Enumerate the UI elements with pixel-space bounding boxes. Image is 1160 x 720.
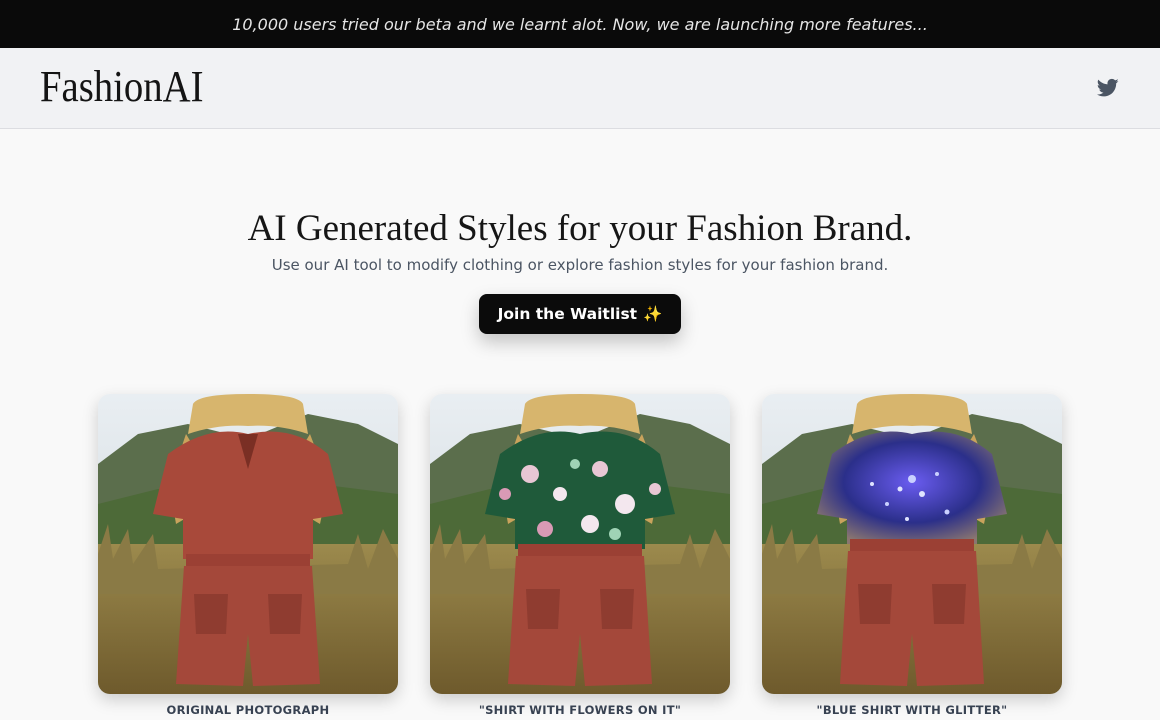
sparkles-icon: ✨ [643, 305, 663, 323]
announcement-text: 10,000 users tried our beta and we learn… [232, 14, 928, 34]
gallery-card-glitter[interactable] [762, 394, 1062, 694]
glitter-shirt-image [762, 394, 1062, 694]
twitter-icon[interactable] [1097, 78, 1119, 98]
gallery-card-floral[interactable] [430, 394, 730, 694]
join-waitlist-label: Join the Waitlist [497, 305, 638, 323]
announcement-banner: 10,000 users tried our beta and we learn… [0, 0, 1160, 48]
top-navbar: FashionAI [0, 48, 1160, 129]
hero-subtitle: Use our AI tool to modify clothing or ex… [271, 256, 889, 274]
floral-shirt-image [430, 394, 730, 694]
caption-original: ORIGINAL PHOTOGRAPH [166, 703, 330, 717]
caption-glitter: "BLUE SHIRT WITH GLITTER" [816, 703, 1008, 717]
original-photo-image [98, 394, 398, 694]
hero-title: AI Generated Styles for your Fashion Bra… [247, 208, 913, 249]
gallery-card-original[interactable] [98, 394, 398, 694]
brand-logo[interactable]: FashionAI [40, 62, 203, 112]
join-waitlist-button[interactable]: Join the Waitlist ✨ [479, 294, 681, 334]
caption-floral: "SHIRT WITH FLOWERS ON IT" [478, 703, 682, 717]
